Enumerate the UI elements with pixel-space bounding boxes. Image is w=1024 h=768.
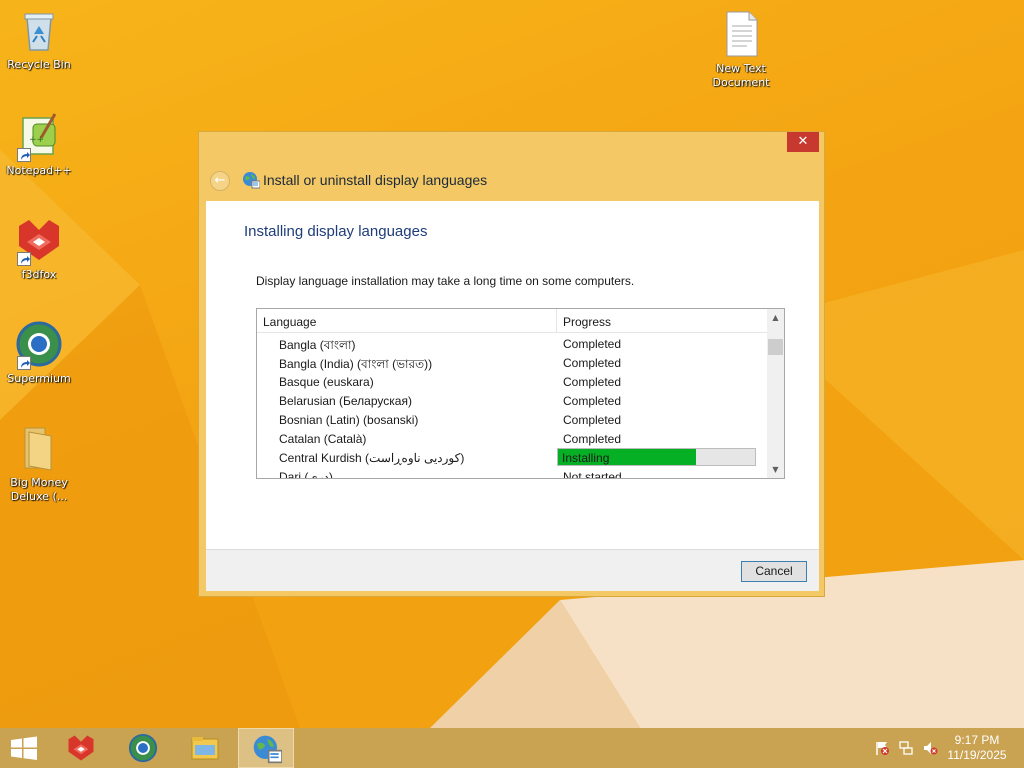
shortcut-arrow-icon [17,148,31,162]
taskbar: 9:17 PM 11/19/2025 [0,728,1024,768]
progress-status: Completed [563,413,622,427]
language-name: Central Kurdish (کوردیی ناوەڕاست) [279,451,465,465]
language-name: Belarusian (Беларуская) [279,394,412,408]
start-icon [11,736,37,760]
language-install-window: ✕ ← Install or uninstall display languag… [198,131,825,597]
shortcut-arrow-icon [17,356,31,370]
desktop-icon-label: Recycle Bin [7,58,71,71]
progress-status: Installing [562,451,610,465]
list-row[interactable]: Central Kurdish (کوردیی ناوەڕاست) Instal… [257,448,767,467]
desktop-icon-supermium[interactable]: Supermium [1,320,77,386]
recycle-bin-icon [15,6,63,54]
clock-time: 9:17 PM [954,733,1000,747]
network-icon[interactable] [898,740,914,756]
list-row[interactable]: Bangla (India) (বাংলা (ভারত)) Completed [257,353,767,372]
list-row[interactable]: Catalan (Català) Completed [257,429,767,448]
desktop-icon-recycle-bin[interactable]: Recycle Bin [1,6,77,72]
progress-bar: Installing [557,448,756,466]
description-text: Display language installation may take a… [256,274,635,288]
desktop-icon-notepad-plus-plus[interactable]: ++ Notepad++ [1,112,77,178]
progress-status: Not started [563,470,622,479]
language-list[interactable]: Language Progress Bangla (বাংলা) Complet… [256,308,785,479]
list-row[interactable]: Bosnian (Latin) (bosanski) Completed [257,410,767,429]
f3dfox-icon [68,735,94,761]
desktop-icon-new-text-document[interactable]: New Text Document [703,10,779,90]
taskbar-item-display-languages[interactable] [238,728,294,768]
list-row[interactable]: Basque (euskara) Completed [257,372,767,391]
folder-icon [15,424,63,472]
shortcut-arrow-icon [17,252,31,266]
list-rows: Bangla (বাংলা) Completed Bangla (India) … [257,334,767,479]
svg-text:++: ++ [29,135,44,145]
vertical-scrollbar[interactable]: ▲ ▼ [767,309,784,478]
progress-status: Completed [563,356,622,370]
action-center-flag-icon[interactable] [874,740,890,756]
file-explorer-icon [191,737,219,760]
column-separator[interactable] [556,309,557,333]
start-button[interactable] [0,728,48,768]
list-row[interactable]: Belarusian (Беларуская) Completed [257,391,767,410]
system-clock[interactable]: 9:17 PM 11/19/2025 [942,733,1012,763]
scroll-up-arrow-icon[interactable]: ▲ [767,309,784,326]
desktop-icon-label: New Text Document [712,62,770,89]
taskbar-item-file-explorer[interactable] [177,728,233,768]
taskbar-item-supermium[interactable] [115,728,171,768]
taskbar-item-f3dfox[interactable] [53,728,109,768]
supermium-icon [15,320,63,370]
column-header-progress[interactable]: Progress [563,315,611,329]
progress-status: Completed [563,394,622,408]
scroll-down-arrow-icon[interactable]: ▼ [767,461,784,478]
list-row[interactable]: Bangla (বাংলা) Completed [257,334,767,353]
cancel-button[interactable]: Cancel [741,561,807,582]
desktop-icon-label: f3dfox [21,268,57,281]
scroll-thumb[interactable] [768,339,783,355]
desktop-icon-label: Supermium [7,372,71,385]
desktop-icon-big-money-deluxe[interactable]: Big Money Deluxe (... [1,424,77,504]
desktop-icon-f3dfox[interactable]: f3dfox [1,216,77,282]
language-name: Catalan (Català) [279,432,367,446]
display-language-icon [253,735,282,764]
language-name: Bosnian (Latin) (bosanski) [279,413,419,427]
page-heading: Installing display languages [244,223,428,240]
clock-date: 11/19/2025 [947,748,1007,762]
notepad-plus-plus-icon: ++ [15,112,63,162]
dialog-footer: Cancel [206,549,819,591]
volume-muted-icon[interactable] [922,740,938,756]
window-title: Install or uninstall display languages [263,172,488,188]
language-name: Basque (euskara) [279,375,374,389]
progress-status: Completed [563,375,622,389]
desktop-icon-label: Notepad++ [6,164,72,177]
list-row[interactable]: Dari (دری) Not started [257,467,767,479]
progress-status: Completed [563,432,622,446]
display-language-icon [242,171,261,189]
supermium-icon [128,733,158,763]
desktop-icon-label: Big Money Deluxe (... [10,476,68,503]
close-button[interactable]: ✕ [787,132,819,152]
f3dfox-icon [15,216,63,266]
content-area: Installing display languages Display lan… [206,201,819,549]
progress-status: Completed [563,337,622,351]
list-header: Language Progress [257,309,767,333]
text-document-icon [717,10,765,58]
language-name: Dari (دری) [279,470,333,479]
back-button[interactable]: ← [210,171,230,191]
column-header-language[interactable]: Language [263,315,316,329]
